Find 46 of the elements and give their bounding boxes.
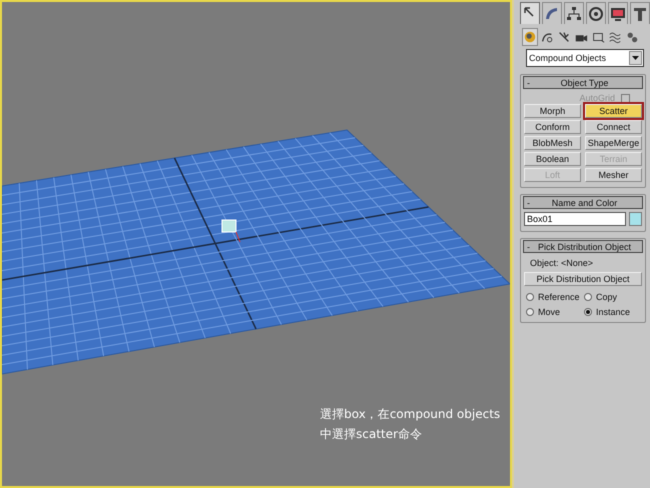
object-type-button[interactable]: Connect <box>585 120 642 134</box>
rollout-title: Name and Color <box>550 198 618 208</box>
dropdown-arrow-icon <box>632 56 639 60</box>
sphere-icon <box>523 29 537 45</box>
rollout-header[interactable]: - Pick Distribution Object <box>523 240 643 253</box>
object-type-button[interactable]: Morph <box>524 104 581 118</box>
radio-label: Move <box>538 307 560 317</box>
command-tab[interactable] <box>586 2 606 24</box>
category-button[interactable] <box>522 28 538 46</box>
radio-button[interactable] <box>526 308 534 316</box>
command-tab[interactable] <box>542 2 562 24</box>
command-tab[interactable] <box>564 2 584 24</box>
radio-button[interactable] <box>584 308 592 316</box>
object-type-button[interactable]: Conform <box>524 120 581 134</box>
hierarchy-icon <box>565 4 583 22</box>
collapse-sign: - <box>527 242 530 252</box>
autogrid-label: AutoGrid <box>579 93 615 103</box>
radio-label: Reference <box>538 292 580 302</box>
wheel-icon <box>587 4 605 22</box>
command-tab[interactable] <box>608 2 628 24</box>
dropdown-value: Compound Objects <box>529 53 606 63</box>
radio-button[interactable] <box>584 293 592 301</box>
object-type-button[interactable]: BlobMesh <box>524 136 581 150</box>
name-field[interactable]: Box01 <box>524 212 626 226</box>
command-tab[interactable] <box>630 2 650 24</box>
object-type-button[interactable]: Scatter <box>585 104 642 118</box>
category-dropdown[interactable]: Compound Objects <box>526 49 644 67</box>
rollout-header[interactable]: - Object Type <box>523 76 643 89</box>
collapse-sign: - <box>527 78 530 88</box>
radio-label: Instance <box>596 307 630 317</box>
color-swatch[interactable] <box>629 212 642 226</box>
rollout-title: Object Type <box>560 78 610 88</box>
object-type-button[interactable]: Boolean <box>524 152 581 166</box>
rollout-header[interactable]: - Name and Color <box>523 196 643 209</box>
command-tab[interactable] <box>520 2 540 24</box>
object-type-button[interactable]: ShapeMerge <box>585 136 642 150</box>
object-type-button[interactable]: Mesher <box>585 168 642 182</box>
caption-text: 選擇box，在compound objects <box>320 406 500 423</box>
radio-label: Copy <box>596 292 618 302</box>
collapse-sign: - <box>527 198 530 208</box>
object-label: Object: <None> <box>529 257 594 270</box>
rollout-title: Pick Distribution Object <box>536 242 632 252</box>
box-object-icon <box>222 220 240 242</box>
caption-text: 中選擇scatter命令 <box>320 426 423 443</box>
pick-object-button[interactable]: Pick Distribution Object <box>524 272 642 286</box>
radio-button[interactable] <box>526 293 534 301</box>
